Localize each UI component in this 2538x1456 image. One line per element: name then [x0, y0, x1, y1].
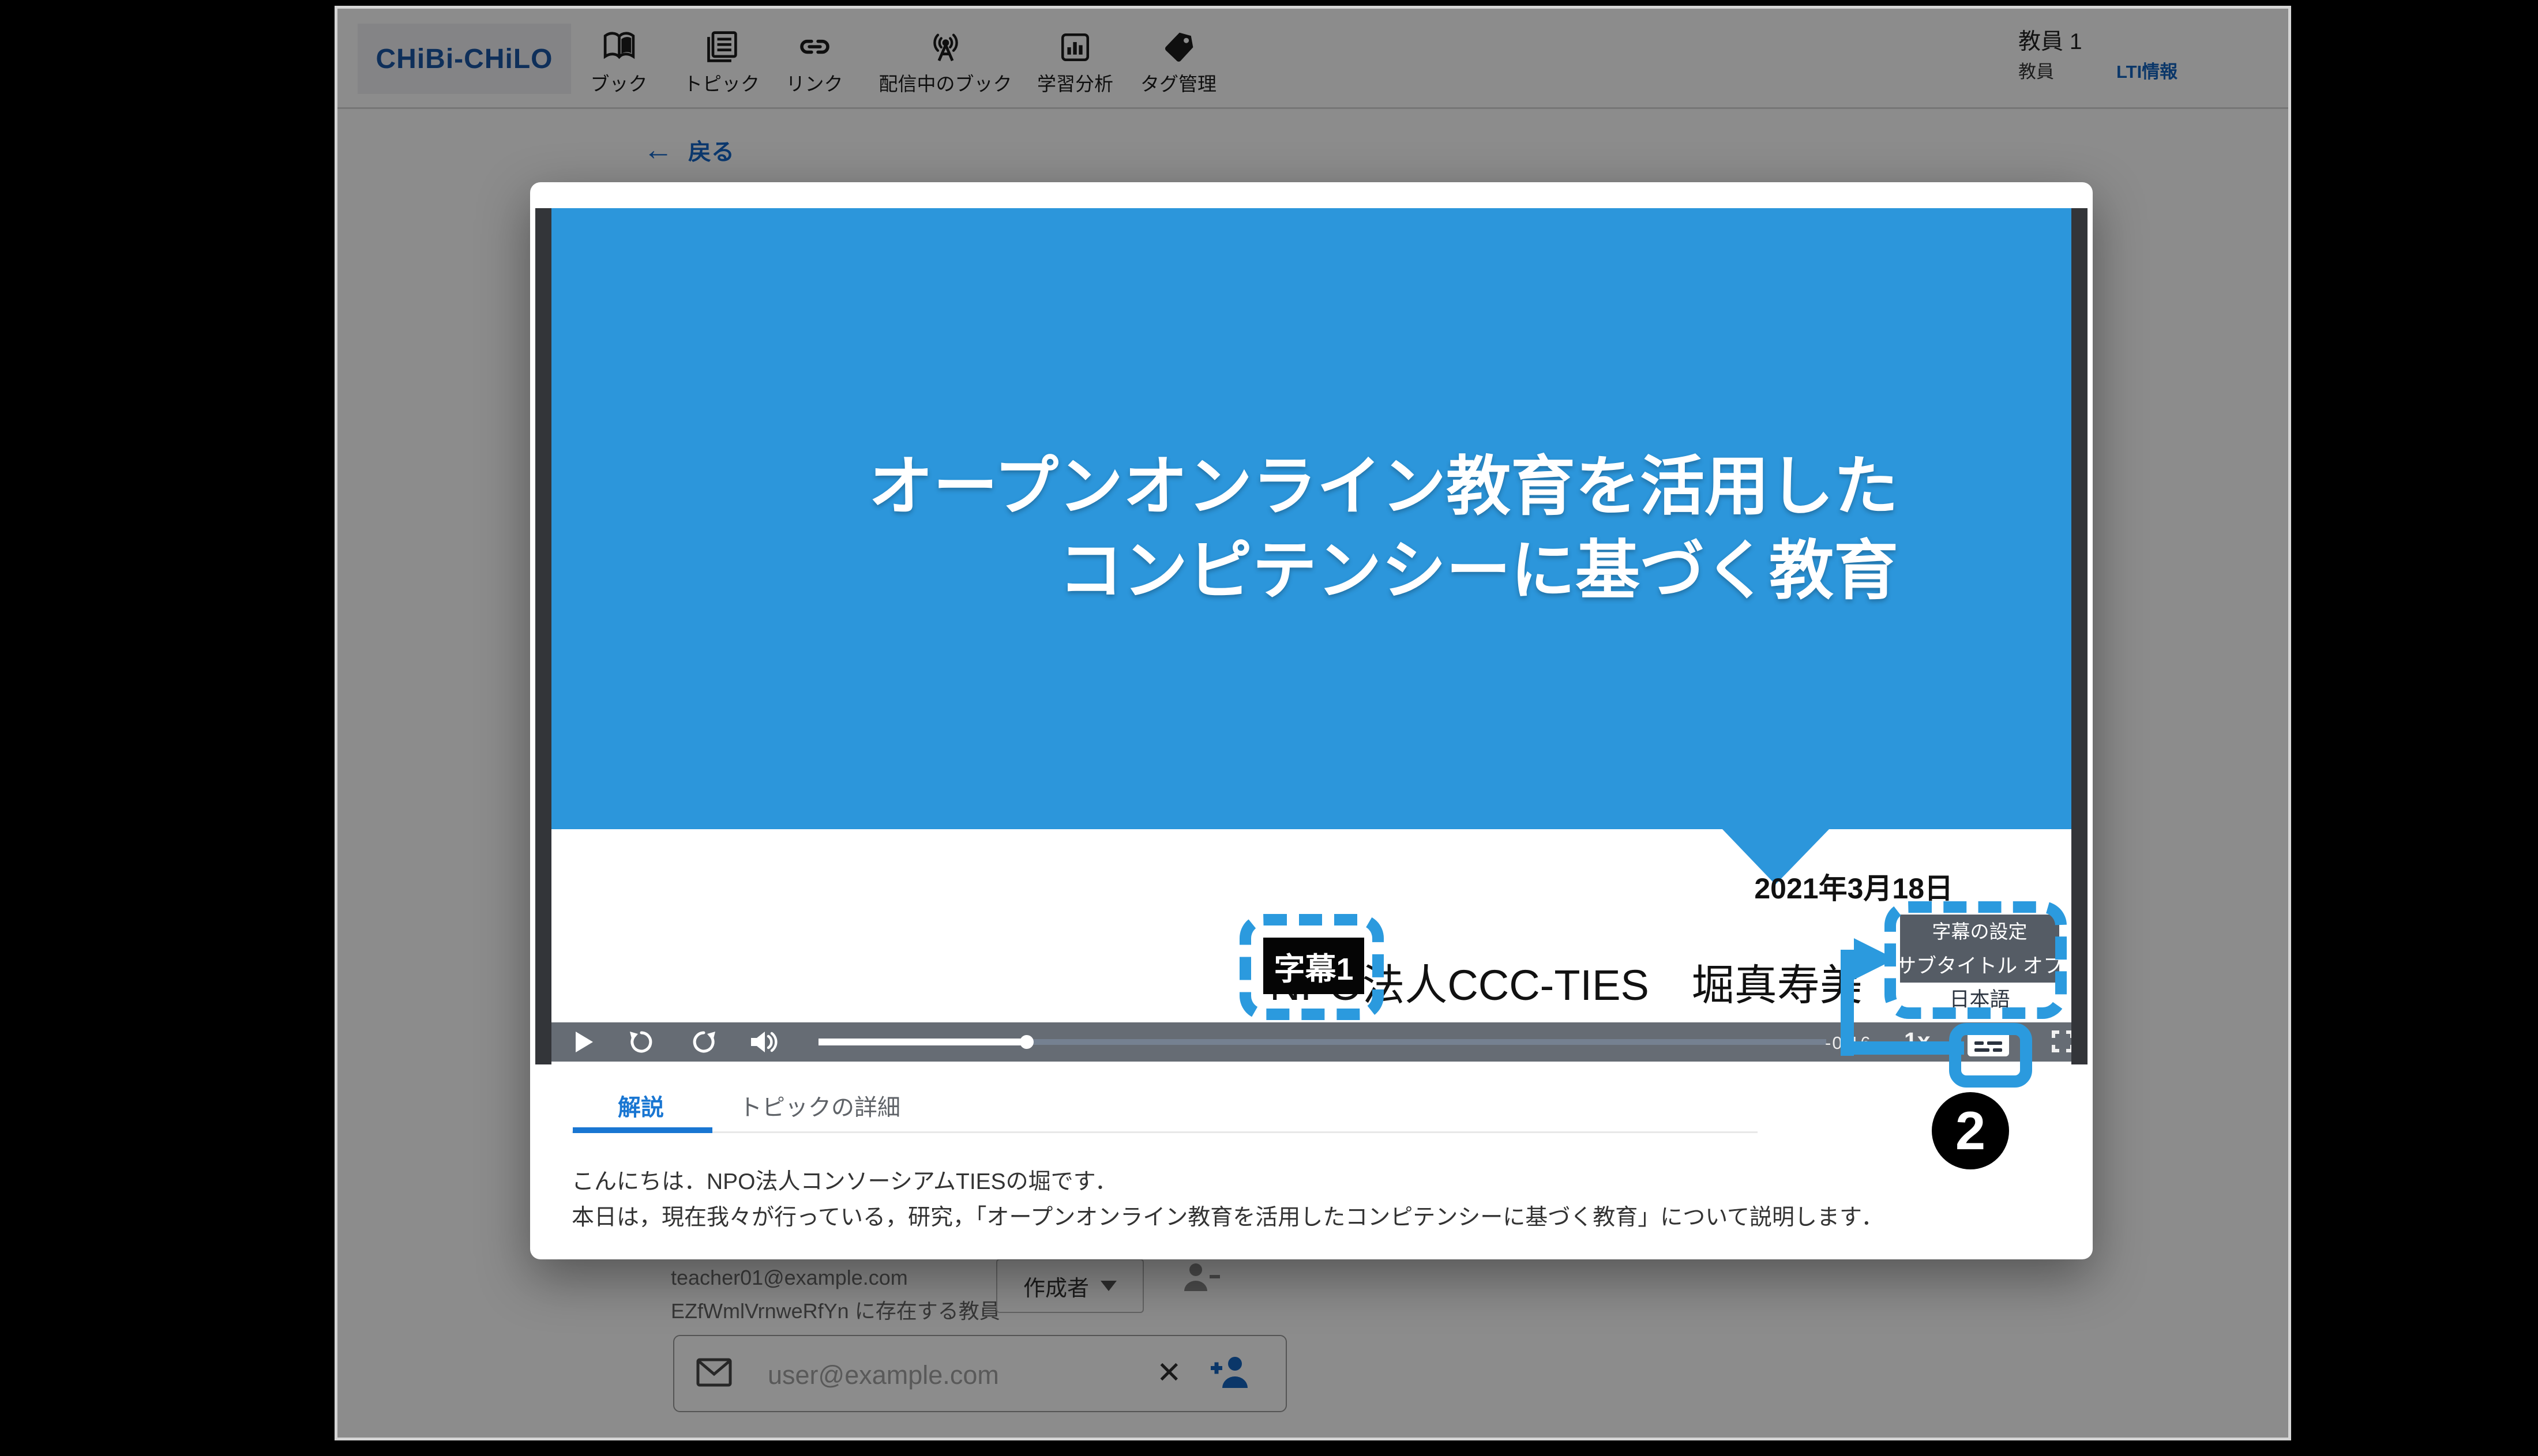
captions-menu-item-off[interactable]: サブタイトル オフ [1900, 946, 2059, 983]
video-frame: オープンオンライン教育を活用した コンピテンシーに基づく教育 2021年3月18… [551, 208, 2071, 1064]
replay-icon[interactable] [628, 1028, 655, 1056]
progress-played [819, 1039, 1027, 1045]
video-player[interactable]: オープンオンライン教育を活用した コンピテンシーに基づく教育 2021年3月18… [535, 208, 2088, 1064]
captions-menu-title: 字幕の設定 [1900, 915, 2059, 946]
captions-icon[interactable] [1968, 1029, 2009, 1056]
progress-handle[interactable] [1020, 1035, 1034, 1049]
time-remaining: -0:16 [1825, 1033, 1872, 1054]
description-line: 本日は，現在我々が行っている，研究，「オープンオンライン教育を活用したコンピテン… [572, 1199, 1883, 1232]
tab-topic-details[interactable]: トピックの詳細 [716, 1089, 923, 1122]
captions-menu: 字幕の設定 サブタイトル オフ 日本語 [1900, 915, 2059, 1013]
browser-viewport: CHiBi-CHiLO ブック トピック リンク [335, 6, 2291, 1440]
tab-commentary[interactable]: 解説 [583, 1089, 699, 1122]
tab-divider [572, 1131, 1758, 1133]
progress-bar[interactable] [819, 1039, 1826, 1045]
description-line: こんにちは．NPO法人コンソーシアムTIESの堀です． [572, 1164, 1117, 1196]
slide-title: オープンオンライン教育を活用した コンピテンシーに基づく教育 [869, 445, 1898, 613]
slide-date: 2021年3月18日 [1754, 866, 1953, 907]
playback-rate-button[interactable]: 1x [1904, 1028, 1931, 1055]
subtitle-text: 字幕1 [1263, 938, 1364, 994]
fullscreen-icon[interactable] [2049, 1028, 2071, 1055]
active-tab-indicator [573, 1127, 712, 1133]
play-icon[interactable] [576, 1032, 593, 1052]
topic-preview-dialog: オープンオンライン教育を活用した コンピテンシーに基づく教育 2021年3月18… [530, 182, 2093, 1259]
captions-menu-item-japanese[interactable]: 日本語 [1900, 983, 2059, 1013]
volume-icon[interactable] [749, 1028, 778, 1056]
forward-icon[interactable] [690, 1028, 718, 1056]
video-controlbar: -0:16 1x [551, 1022, 2071, 1062]
